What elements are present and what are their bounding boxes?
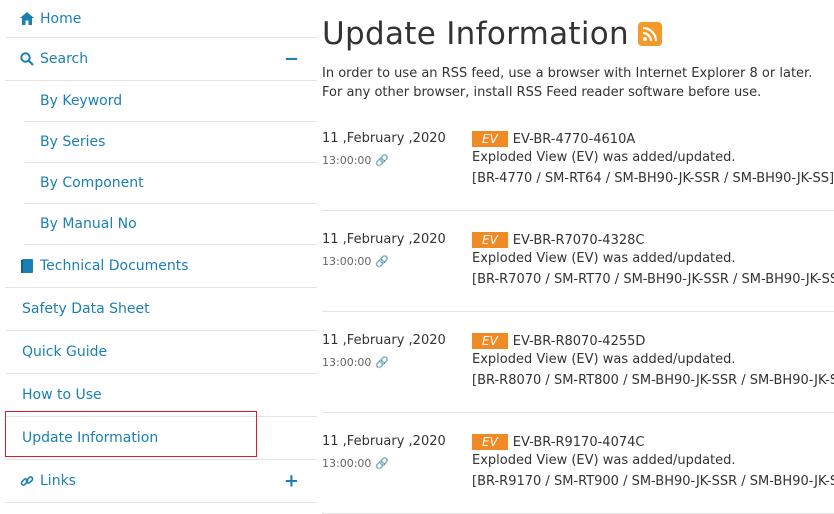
entry-body: EV EV-BR-R7070-4328C Exploded View (EV) w… (472, 229, 834, 290)
link-icon (19, 474, 35, 488)
nav-safety-data-sheet-label: Safety Data Sheet (22, 301, 150, 317)
entry-models: [BR-R8070 / SM-RT800 / SM-BH90-JK-SSR / … (472, 373, 834, 388)
nav-update-information-label: Update Information (22, 430, 159, 446)
nav-links-label: Links (40, 473, 76, 489)
main-content: Update Information In order to use an RS… (322, 0, 834, 514)
permalink-icon[interactable]: 🔗 (375, 457, 389, 470)
update-entry: 11 ,February ,2020 13:00:00 🔗 EV EV-BR-477… (322, 110, 834, 211)
entry-time: 13:00:00 🔗 (322, 356, 389, 369)
entry-description: Exploded View (EV) was added/updated. (472, 453, 736, 468)
entry-time-text: 13:00:00 (322, 356, 372, 369)
entry-description: Exploded View (EV) was added/updated. (472, 150, 736, 165)
entry-models: [BR-R9170 / SM-RT900 / SM-BH90-JK-SSR / … (472, 474, 834, 489)
update-entry: 11 ,February ,2020 13:00:00 🔗 EV EV-BR-R80… (322, 312, 834, 413)
entry-code[interactable]: EV-BR-R9170-4074C (513, 435, 645, 450)
entry-code[interactable]: EV-BR-R8070-4255D (513, 334, 646, 349)
book-icon (19, 259, 35, 273)
intro-line-1: In order to use an RSS feed, use a brows… (322, 66, 813, 81)
entry-time: 13:00:00 🔗 (322, 457, 389, 470)
entry-body: EV EV-BR-4770-4610A Exploded View (EV) wa… (472, 128, 834, 189)
nav-by-keyword[interactable]: By Keyword (25, 81, 317, 122)
nav-quick-guide[interactable]: Quick Guide (5, 331, 317, 374)
ev-badge: EV (472, 333, 508, 349)
entry-date: 11 ,February ,2020 (322, 131, 446, 146)
entry-date: 11 ,February ,2020 (322, 434, 446, 449)
entry-time: 13:00:00 🔗 (322, 255, 389, 268)
ev-badge: EV (472, 434, 508, 450)
entry-models: [BR-R7070 / SM-RT70 / SM-BH90-JK-SSR / S… (472, 272, 834, 287)
collapse-toggle[interactable]: − (284, 49, 299, 70)
entry-models: [BR-4770 / SM-RT64 / SM-BH90-JK-SSR / SM… (472, 171, 834, 186)
entry-code[interactable]: EV-BR-R7070-4328C (513, 233, 645, 248)
nav-home[interactable]: Home (5, 0, 317, 38)
entry-body: EV EV-BR-R9170-4074C Exploded View (EV) w… (472, 431, 834, 492)
ev-badge: EV (472, 232, 508, 248)
rss-icon[interactable] (637, 22, 662, 46)
update-list: 11 ,February ,2020 13:00:00 🔗 EV EV-BR-477… (322, 110, 834, 514)
nav-by-component-label: By Component (40, 175, 144, 191)
nav-by-manual-no-label: By Manual No (40, 216, 137, 232)
update-entry: 11 ,February ,2020 13:00:00 🔗 EV EV-BR-R91… (322, 413, 834, 514)
permalink-icon[interactable]: 🔗 (375, 154, 389, 167)
entry-date: 11 ,February ,2020 (322, 232, 446, 247)
nav-by-series[interactable]: By Series (25, 122, 317, 163)
title-row: Update Information (322, 16, 834, 52)
nav-quick-guide-label: Quick Guide (22, 344, 108, 360)
permalink-icon[interactable]: 🔗 (375, 356, 389, 369)
nav-search-label: Search (40, 51, 89, 67)
entry-body: EV EV-BR-R8070-4255D Exploded View (EV) w… (472, 330, 834, 391)
nav-safety-data-sheet[interactable]: Safety Data Sheet (5, 288, 317, 331)
entry-date: 11 ,February ,2020 (322, 333, 446, 348)
nav-search[interactable]: Search − (5, 38, 317, 81)
update-entry: 11 ,February ,2020 13:00:00 🔗 EV EV-BR-R70… (322, 211, 834, 312)
entry-description: Exploded View (EV) was added/updated. (472, 251, 736, 266)
nav-links[interactable]: Links + (5, 460, 317, 503)
search-icon (19, 52, 35, 66)
entry-time: 13:00:00 🔗 (322, 154, 389, 167)
nav-technical-documents[interactable]: Technical Documents (5, 245, 317, 288)
nav-home-label: Home (40, 10, 82, 27)
nav-how-to-use[interactable]: How to Use (5, 374, 317, 417)
expand-toggle[interactable]: + (284, 471, 299, 492)
intro-line-2: For any other browser, install RSS Feed … (322, 85, 762, 100)
nav-by-manual-no[interactable]: By Manual No (25, 204, 317, 245)
entry-code[interactable]: EV-BR-4770-4610A (513, 132, 635, 147)
nav-by-keyword-label: By Keyword (40, 93, 123, 109)
nav-by-component[interactable]: By Component (25, 163, 317, 204)
entry-description: Exploded View (EV) was added/updated. (472, 352, 736, 367)
permalink-icon[interactable]: 🔗 (375, 255, 389, 268)
ev-badge: EV (472, 131, 508, 147)
nav-how-to-use-label: How to Use (22, 387, 102, 403)
page-title: Update Information (322, 16, 629, 52)
entry-time-text: 13:00:00 (322, 255, 372, 268)
nav-by-series-label: By Series (40, 134, 106, 150)
home-icon (19, 12, 35, 25)
entry-time-text: 13:00:00 (322, 154, 372, 167)
sidebar: Home Search − By Keyword By Series By Co… (5, 0, 317, 503)
nav-technical-documents-label: Technical Documents (40, 258, 189, 274)
nav-update-information[interactable]: Update Information (5, 411, 317, 460)
intro-text: In order to use an RSS feed, use a brows… (322, 64, 834, 102)
entry-time-text: 13:00:00 (322, 457, 372, 470)
